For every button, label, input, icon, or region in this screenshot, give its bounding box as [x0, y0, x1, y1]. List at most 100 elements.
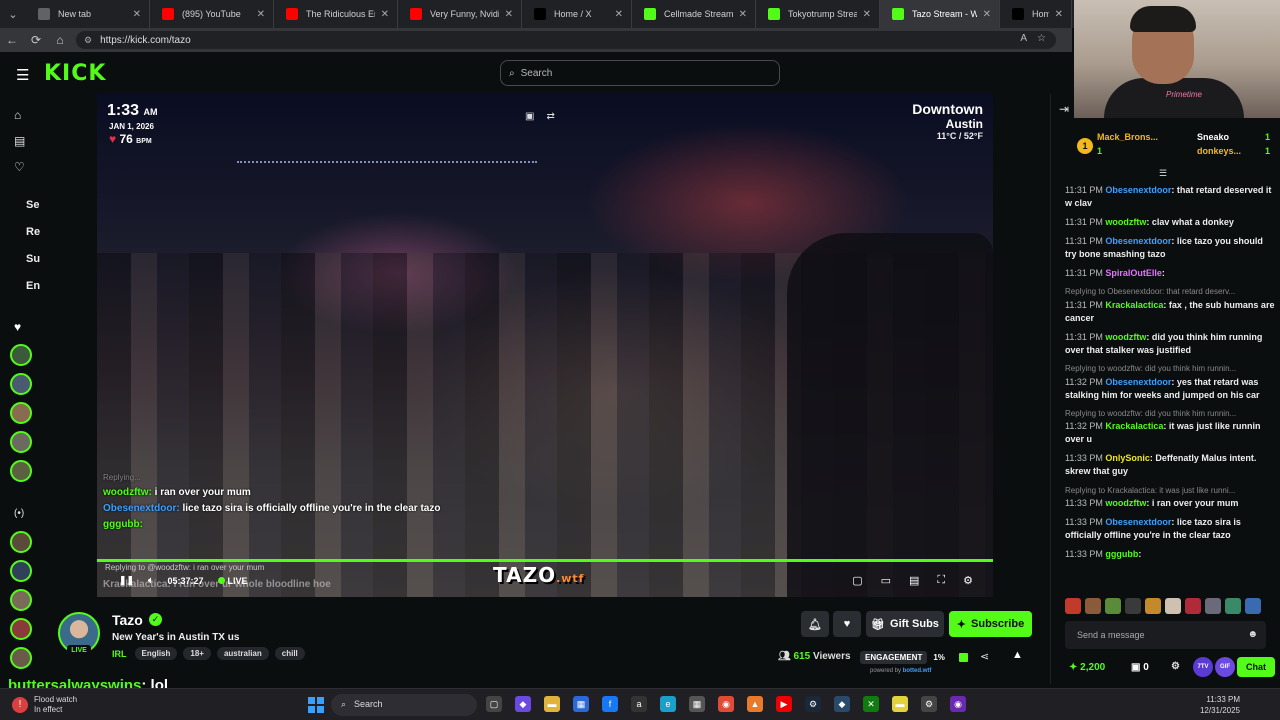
category-link[interactable]: IRL — [112, 649, 127, 659]
store-icon[interactable]: ▦ — [573, 696, 589, 712]
tab-close-icon[interactable]: ✕ — [1055, 9, 1063, 20]
notification-bell-button[interactable]: 🔔︎ — [801, 611, 829, 637]
browser-tab[interactable]: Tazo Stream - Wat ✕ — [880, 0, 1000, 28]
xbox-icon[interactable]: ✕ — [863, 696, 879, 712]
chat-username[interactable]: Obesenextdoor — [1105, 185, 1171, 195]
browser-tab[interactable]: Home / X ✕ — [522, 0, 632, 28]
miniplayer-icon[interactable]: ▤ — [909, 574, 919, 587]
pause-icon[interactable]: ❚❚ — [119, 575, 134, 586]
pip-icon[interactable]: ▣ — [525, 111, 534, 122]
settings-gear-icon[interactable]: ⚙ — [963, 574, 973, 587]
chat-username[interactable]: Krackalactica — [1105, 421, 1163, 431]
emote[interactable] — [1225, 598, 1241, 614]
chat-username[interactable]: OnlySonic — [1105, 453, 1150, 463]
chat-username[interactable]: Obesenextdoor — [1105, 517, 1171, 527]
amazon-icon[interactable]: a — [631, 696, 647, 712]
tag-chip[interactable]: chill — [274, 647, 305, 660]
tag-chip[interactable]: 18+ — [183, 647, 211, 660]
search-input[interactable]: ⌕ Search — [500, 60, 780, 86]
tab-close-icon[interactable]: ✕ — [257, 9, 265, 20]
obs-icon[interactable]: ◉ — [950, 696, 966, 712]
back-icon[interactable]: ← — [0, 33, 24, 47]
followed-channel-avatar[interactable] — [10, 460, 32, 482]
emoji-icon[interactable]: ☻ — [1247, 629, 1258, 640]
sidebar-label-1[interactable]: Se — [26, 199, 39, 211]
subscribe-button[interactable]: ✦ Subscribe — [949, 611, 1032, 637]
recommended-channel-avatar[interactable] — [10, 618, 32, 640]
chat-username[interactable]: Obesenextdoor — [1105, 236, 1171, 246]
emote[interactable] — [1245, 598, 1261, 614]
chat-send-button[interactable]: Chat — [1237, 657, 1275, 677]
translate-icon[interactable]: ⇄ — [546, 111, 554, 122]
volume-icon[interactable]: 🔈︎ — [148, 575, 153, 586]
browse-nav-icon[interactable]: ▤ — [14, 134, 25, 148]
report-icon[interactable]: ▲ — [1012, 649, 1023, 661]
settings-app-icon[interactable]: ⚙ — [921, 696, 937, 712]
emote[interactable] — [1085, 598, 1101, 614]
browser-tab[interactable]: Cellmade Stream - K ✕ — [632, 0, 756, 28]
chat-username[interactable]: SpiralOutElle — [1105, 268, 1162, 278]
followed-channel-avatar[interactable] — [10, 344, 32, 366]
tab-list-icon[interactable]: ⌄ — [0, 0, 26, 28]
edge-icon[interactable]: e — [660, 696, 676, 712]
reload-icon[interactable]: ⟳ — [24, 33, 48, 47]
favorite-star-icon[interactable]: ☆ — [1037, 33, 1046, 44]
followed-channel-avatar[interactable] — [10, 373, 32, 395]
browser-tab[interactable]: Home / X ✕ — [1000, 0, 1072, 28]
emote[interactable] — [1125, 598, 1141, 614]
chat-username[interactable]: Obesenextdoor — [1105, 377, 1171, 387]
browser-tab[interactable]: (895) YouTube ✕ — [150, 0, 274, 28]
chat-reply-context[interactable]: Replying to Krackalactica: it was just l… — [1065, 485, 1275, 497]
clip-icon[interactable]: ▢ — [852, 574, 862, 587]
progress-bar[interactable] — [97, 559, 993, 562]
recommended-channel-avatar[interactable] — [10, 589, 32, 611]
recommended-channel-avatar[interactable] — [10, 560, 32, 582]
emote[interactable] — [1145, 598, 1161, 614]
youtube-icon[interactable]: ▶ — [776, 696, 792, 712]
home-icon[interactable]: ⌂ — [48, 33, 72, 47]
emote[interactable] — [1065, 598, 1081, 614]
chat-username[interactable]: woodzftw — [1105, 498, 1146, 508]
pinned-expand-icon[interactable]: ☰ — [1159, 168, 1167, 179]
theater-icon[interactable]: ▭ — [881, 574, 891, 587]
chat-message-input[interactable]: Send a message ☻ — [1065, 621, 1266, 649]
tag-chip[interactable]: English — [134, 647, 178, 660]
vlc-icon[interactable]: ▲ — [747, 696, 763, 712]
chat-reply-context[interactable]: Replying to Obesenextdoor: that retard d… — [1065, 286, 1275, 298]
recommended-channel-avatar[interactable] — [10, 531, 32, 553]
chat-reply-context[interactable]: Replying to woodzftw: did you think him … — [1065, 363, 1275, 375]
tab-close-icon[interactable]: ✕ — [863, 9, 871, 20]
recommended-channel-avatar[interactable] — [10, 647, 32, 669]
emote[interactable] — [1105, 598, 1121, 614]
chat-username[interactable]: woodzftw — [1105, 332, 1146, 342]
channel-points[interactable]: ✦ 2,200 — [1069, 662, 1105, 673]
steam-icon[interactable]: ⚙ — [805, 696, 821, 712]
tab-close-icon[interactable]: ✕ — [739, 9, 747, 20]
tab-close-icon[interactable]: ✕ — [983, 9, 991, 20]
app-icon[interactable]: ◆ — [834, 696, 850, 712]
browser-tab[interactable]: Very Funny, Nvidia... - Y ✕ — [398, 0, 522, 28]
chat-settings-icon[interactable]: ⚙ — [1171, 661, 1180, 672]
weather-widget[interactable]: ! Flood watch In effect — [12, 695, 77, 714]
windows-start-icon[interactable] — [308, 697, 324, 713]
emote[interactable] — [1165, 598, 1181, 614]
chrome-icon[interactable]: ◉ — [718, 696, 734, 712]
chat-username[interactable]: gggubb — [1105, 549, 1138, 559]
ext-gif-icon[interactable]: GIF — [1215, 657, 1235, 677]
emote[interactable] — [1185, 598, 1201, 614]
taskbar-search[interactable]: ⌕ Search — [331, 694, 477, 716]
collapse-chat-icon[interactable]: ⇥ — [1059, 102, 1069, 116]
file-explorer-icon[interactable]: ▬ — [544, 696, 560, 712]
follow-button[interactable]: ♥ — [833, 611, 861, 637]
tag-chip[interactable]: australian — [216, 647, 269, 660]
menu-icon[interactable]: ☰ — [16, 66, 29, 84]
chat-reply-context[interactable]: Replying to woodzftw: did you think him … — [1065, 408, 1275, 420]
share-icon[interactable]: ⋖ — [980, 650, 989, 663]
copilot-icon[interactable]: ◆ — [515, 696, 531, 712]
calculator-icon[interactable]: ▦ — [689, 696, 705, 712]
chat-username[interactable]: woodzftw — [1105, 217, 1146, 227]
tab-close-icon[interactable]: ✕ — [505, 9, 513, 20]
browser-tab[interactable]: The Ridiculous Enginee ✕ — [274, 0, 398, 28]
tab-close-icon[interactable]: ✕ — [133, 9, 141, 20]
followed-channel-avatar[interactable] — [10, 402, 32, 424]
